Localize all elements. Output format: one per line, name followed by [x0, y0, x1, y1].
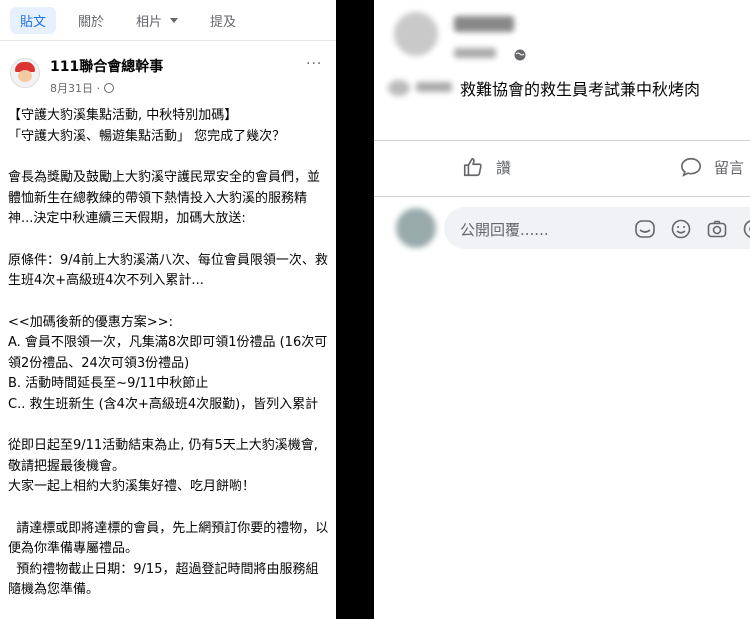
- post-line: 大家一起上相約大豹溪集好禮、吃月餅喲！: [8, 479, 256, 494]
- user-avatar-blurred[interactable]: [396, 208, 436, 248]
- tab-posts[interactable]: 貼文: [10, 6, 57, 34]
- globe-icon: [104, 83, 114, 93]
- emoji-icon[interactable]: [670, 218, 692, 240]
- tagged-avatar-blurred: [388, 80, 410, 96]
- post-line: <<加碼後新的優惠方案>>:: [8, 314, 173, 330]
- post-line: 【守護大豹溪集點活動, 中秋特別加碼】: [8, 108, 238, 123]
- post-author[interactable]: 111聯合會總幹事: [50, 56, 163, 76]
- page-avatar[interactable]: [10, 58, 40, 88]
- chevron-down-icon: [170, 17, 179, 23]
- page-tabs: 貼文 關於 相片 提及: [0, 0, 336, 41]
- post-line: 請達標或即將達標的會員，先上網預訂你要的禮物，以便為你準備專屬禮品。: [8, 520, 329, 557]
- tab-mentions[interactable]: 提及: [200, 7, 246, 34]
- reply-input[interactable]: 公開回覆......: [444, 207, 750, 249]
- divider: [374, 140, 750, 141]
- camera-icon[interactable]: [706, 218, 728, 240]
- post-line: 「守護大豹溪、暢遊集點活動」 您完成了幾次？: [8, 128, 286, 144]
- sticker-icon[interactable]: [634, 218, 656, 240]
- tab-posts-label: 貼文: [20, 14, 47, 30]
- gif-icon[interactable]: [742, 218, 750, 240]
- comment-button[interactable]: 留言: [680, 156, 744, 178]
- face-icon: [18, 70, 32, 82]
- tab-mentions-label: 提及: [210, 14, 237, 30]
- reply-placeholder: 公開回覆......: [460, 221, 549, 239]
- commenter-avatar-blurred[interactable]: [394, 12, 438, 56]
- post-line: B. 活動時間延長至~9/11中秋節止: [8, 376, 209, 391]
- like-label: 讚: [496, 158, 512, 177]
- like-icon: [463, 157, 482, 177]
- post-date-text: 8月31日 ·: [50, 82, 100, 95]
- more-options-button[interactable]: ···: [306, 56, 322, 72]
- commenter-name-blurred[interactable]: [454, 16, 514, 32]
- comment-label: 留言: [714, 158, 745, 177]
- post-line: 從即日起至9/11活動結束為止, 仍有5天上大豹溪機會, 敬請把握最後機會。: [8, 438, 323, 474]
- comment-icon: [681, 157, 701, 177]
- tab-about-label: 關於: [78, 14, 105, 30]
- post-line: 原條件：9/4前上大豹溪滿八次、每位會員限領一次、救生班4次+高級班4次不列入累…: [8, 252, 328, 289]
- post-body: 【守護大豹溪集點活動, 中秋特別加碼】 「守護大豹溪、暢遊集點活動」 您完成了幾…: [8, 106, 330, 601]
- divider: [374, 196, 750, 197]
- post-line: 會長為獎勵及鼓勵上大豹溪守護民眾安全的會員們，並體恤新生在總教練的帶領下熱情投入…: [8, 170, 321, 226]
- reply-tools: [634, 218, 750, 240]
- post-line: C.. 救生班新生 (含4次+高級班4次服勤)，皆列入累計: [8, 396, 319, 412]
- tab-photos-label: 相片: [136, 14, 163, 30]
- post-date[interactable]: 8月31日 ·: [50, 80, 114, 96]
- like-button[interactable]: 讚: [462, 156, 511, 178]
- post-line: 預約禮物截止日期：9/15，超過登記時間將由服務組隨機為您準備。: [8, 561, 319, 598]
- tab-about[interactable]: 關於: [68, 7, 114, 34]
- tagged-name-blurred: [416, 82, 452, 92]
- comment-date-blurred: [454, 48, 496, 58]
- globe-icon: [514, 49, 526, 61]
- post-line: A. 會員不限領一次，凡集滿8次即可領1份禮品 (16次可領2份禮品、24次可領…: [8, 335, 328, 371]
- right-panel: 救難協會的救生員考試兼中秋烤肉 讚 留言 公開回覆......: [374, 0, 750, 619]
- tab-photos[interactable]: 相片: [126, 7, 188, 34]
- left-panel: 貼文 關於 相片 提及 111聯合會總幹事 8月31日 · ··· 【守護大豹溪…: [0, 0, 336, 619]
- post-caption: 救難協會的救生員考試兼中秋烤肉: [460, 80, 701, 99]
